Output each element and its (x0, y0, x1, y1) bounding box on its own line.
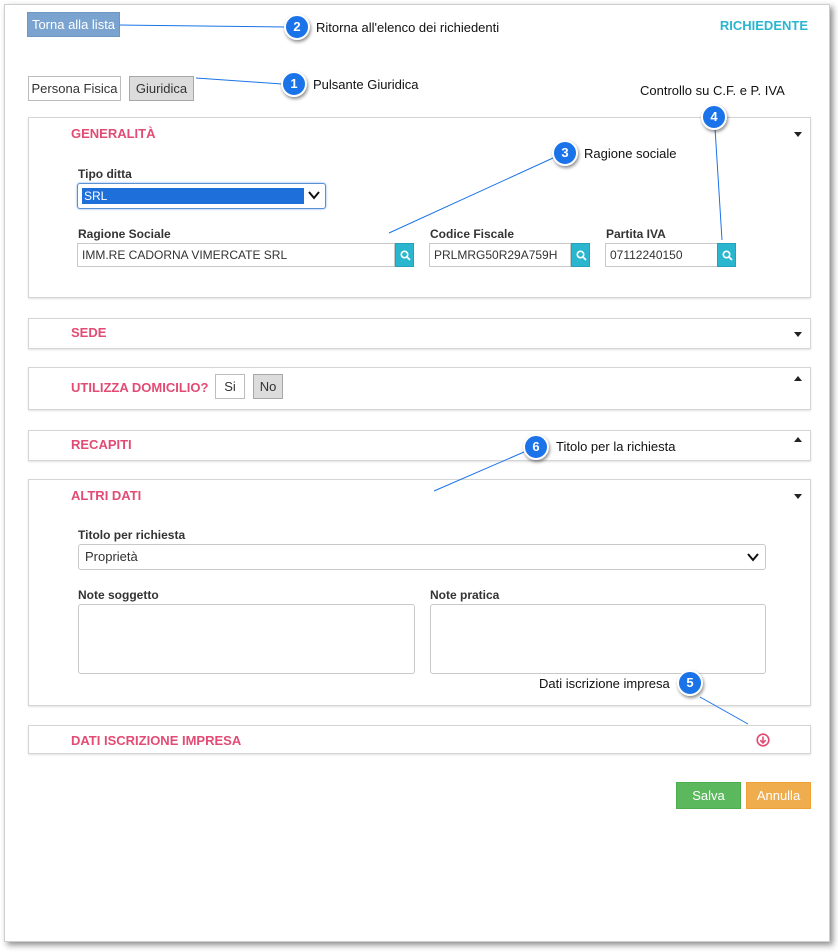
tipo-ditta-value: SRL (82, 188, 304, 204)
annotation-text-4: Controllo su C.F. e P. IVA (640, 83, 785, 98)
titolo-richiesta-value: Proprietà (85, 549, 138, 564)
annotation-badge-4: 4 (701, 104, 727, 130)
ragione-sociale-search-button[interactable] (395, 243, 414, 267)
collapse-caret-icon[interactable] (794, 494, 802, 499)
annotation-text-6: Titolo per la richiesta (556, 439, 676, 454)
domicilio-no-button[interactable]: No (253, 374, 283, 399)
domicilio-si-button[interactable]: Si (215, 374, 245, 399)
tipo-ditta-label: Tipo ditta (78, 167, 132, 181)
partita-iva-search-button[interactable] (717, 243, 736, 267)
note-pratica-label: Note pratica (430, 588, 500, 602)
collapse-caret-icon[interactable] (794, 376, 802, 381)
panel-title-iscrizione: DATI ISCRIZIONE IMPRESA (71, 733, 242, 748)
partita-iva-label: Partita IVA (606, 227, 666, 241)
collapse-caret-icon[interactable] (794, 132, 802, 137)
annotation-badge-2: 2 (284, 14, 310, 40)
annotation-badge-1: 1 (281, 71, 307, 97)
titolo-richiesta-select[interactable]: Proprietà (78, 544, 766, 570)
save-button[interactable]: Salva (676, 782, 741, 809)
search-icon (722, 250, 733, 261)
panel-sede[interactable]: SEDE (28, 318, 811, 349)
note-soggetto-textarea[interactable] (78, 604, 415, 674)
panel-title-domicilio: UTILIZZA DOMICILIO? (71, 380, 209, 395)
annotation-text-1: Pulsante Giuridica (313, 77, 419, 92)
tipo-ditta-select[interactable]: SRL (77, 183, 326, 209)
panel-title-sede: SEDE (71, 325, 107, 340)
panel-domicilio: UTILIZZA DOMICILIO? (28, 367, 811, 410)
giuridica-button[interactable]: Giuridica (129, 76, 194, 101)
panel-recapiti[interactable]: RECAPITI (28, 430, 811, 461)
search-icon (400, 250, 411, 261)
chevron-down-icon (747, 553, 759, 562)
panel-title-altri-dati: ALTRI DATI (71, 488, 142, 503)
search-icon (576, 250, 587, 261)
cancel-button[interactable]: Annulla (746, 782, 811, 809)
titolo-richiesta-label: Titolo per richiesta (78, 528, 186, 542)
ragione-sociale-label: Ragione Sociale (78, 227, 171, 241)
annotation-badge-3: 3 (552, 140, 578, 166)
annotation-text-2: Ritorna all'elenco dei richiedenti (316, 20, 500, 35)
collapse-caret-icon[interactable] (794, 437, 802, 442)
chevron-down-icon (308, 191, 320, 200)
panel-title-generalita: GENERALITÀ (71, 126, 156, 141)
note-soggetto-label: Note soggetto (78, 588, 159, 602)
persona-fisica-button[interactable]: Persona Fisica (28, 76, 121, 101)
panel-title-recapiti: RECAPITI (71, 437, 132, 452)
circle-arrow-down-icon[interactable] (756, 733, 770, 747)
codice-fiscale-label: Codice Fiscale (430, 227, 515, 241)
section-title: RICHIEDENTE (719, 18, 808, 33)
expand-caret-icon[interactable] (794, 332, 802, 337)
codice-fiscale-search-button[interactable] (571, 243, 590, 267)
note-pratica-textarea[interactable] (430, 604, 766, 674)
panel-iscrizione-impresa[interactable]: DATI ISCRIZIONE IMPRESA (28, 725, 811, 754)
annotation-text-3: Ragione sociale (584, 146, 677, 161)
annotation-badge-5: 5 (677, 670, 703, 696)
ragione-sociale-input[interactable]: IMM.RE CADORNA VIMERCATE SRL (77, 243, 395, 267)
annotation-text-5: Dati iscrizione impresa (539, 676, 670, 691)
codice-fiscale-input[interactable]: PRLMRG50R29A759H (429, 243, 571, 267)
partita-iva-input[interactable]: 07112240150 (605, 243, 718, 267)
annotation-badge-6: 6 (523, 434, 549, 460)
back-to-list-button[interactable]: Torna alla lista (27, 12, 120, 37)
